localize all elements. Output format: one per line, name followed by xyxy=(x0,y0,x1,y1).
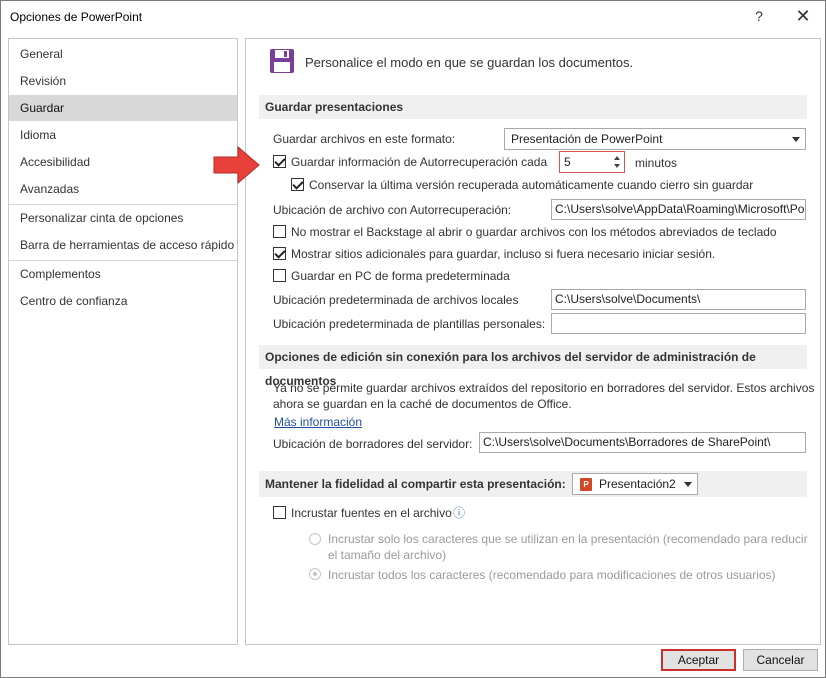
accept-button[interactable]: Aceptar xyxy=(661,649,736,671)
show-places-checkbox[interactable] xyxy=(273,247,286,260)
offline-info-line1: Ya no se permite guardar archivos extraí… xyxy=(273,381,815,395)
embed-subset-label-line2: el tamaño del archivo) xyxy=(328,548,447,562)
window-title: Opciones de PowerPoint xyxy=(10,10,143,24)
templates-location-field[interactable] xyxy=(551,313,806,334)
keep-last-version-label: Conservar la última versión recuperada a… xyxy=(309,178,754,192)
sidebar-item-general[interactable]: General xyxy=(9,41,237,67)
autorecover-minutes-stepper[interactable]: 5 xyxy=(559,151,625,173)
autorecover-location-label: Ubicación de archivo con Autorrecuperaci… xyxy=(273,203,512,217)
templates-location-label: Ubicación predeterminada de plantillas p… xyxy=(273,317,546,331)
no-backstage-label: No mostrar el Backstage al abrir o guard… xyxy=(291,225,777,239)
sidebar-item-barra-acceso-rapido[interactable]: Barra de herramientas de acceso rápido xyxy=(9,232,237,258)
close-button[interactable]: ✕ xyxy=(790,5,816,29)
format-label: Guardar archivos en este formato: xyxy=(273,132,456,146)
options-sidebar: General Revisión Guardar Idioma Accesibi… xyxy=(8,38,238,645)
autorecover-location-field[interactable]: C:\Users\solve\AppData\Roaming\Microsoft… xyxy=(551,199,806,220)
sidebar-item-guardar[interactable]: Guardar xyxy=(9,95,237,121)
chevron-down-icon xyxy=(684,482,692,487)
sidebar-item-centro-confianza[interactable]: Centro de confianza xyxy=(9,288,237,314)
presentation-select-value: Presentación2 xyxy=(599,477,676,491)
local-location-label: Ubicación predeterminada de archivos loc… xyxy=(273,293,519,307)
cancel-button[interactable]: Cancelar xyxy=(743,649,818,671)
save-to-pc-checkbox[interactable] xyxy=(273,269,286,282)
no-backstage-checkbox[interactable] xyxy=(273,225,286,238)
autorecover-label: Guardar información de Autorrecuperación… xyxy=(291,155,548,169)
red-arrow-icon xyxy=(213,146,260,184)
embed-fonts-checkbox[interactable] xyxy=(273,506,286,519)
sidebar-item-idioma[interactable]: Idioma xyxy=(9,122,237,148)
title-bar: Opciones de PowerPoint ? ✕ xyxy=(1,1,825,33)
section-header-offline: Opciones de edición sin conexión para lo… xyxy=(259,345,807,388)
info-icon[interactable]: ⓘ xyxy=(453,504,465,521)
keep-last-version-checkbox[interactable] xyxy=(291,178,304,191)
page-header-text: Personalice el modo en que se guardan lo… xyxy=(305,55,634,70)
save-to-pc-label: Guardar en PC de forma predeterminada xyxy=(291,269,510,283)
options-dialog: Opciones de PowerPoint ? ✕ General Revis… xyxy=(0,0,826,678)
embed-subset-radio xyxy=(309,533,321,545)
sidebar-item-complementos[interactable]: Complementos xyxy=(9,261,237,287)
chevron-down-icon xyxy=(792,137,800,142)
options-content: Personalice el modo en que se guardan lo… xyxy=(245,38,821,645)
spin-up-icon[interactable] xyxy=(614,156,620,160)
spin-down-icon[interactable] xyxy=(614,164,620,168)
fidelity-title: Mantener la fidelidad al compartir esta … xyxy=(265,477,566,491)
embed-subset-label-line1: Incrustar solo los caracteres que se uti… xyxy=(328,532,808,546)
embed-all-radio xyxy=(309,568,321,580)
help-button[interactable]: ? xyxy=(746,5,772,29)
sidebar-item-avanzadas[interactable]: Avanzadas xyxy=(9,176,237,202)
format-select-value: Presentación de PowerPoint xyxy=(511,132,663,146)
embed-all-label: Incrustar todos los caracteres (recomend… xyxy=(328,568,776,582)
embed-fonts-label: Incrustar fuentes en el archivo xyxy=(291,506,452,520)
drafts-location-label: Ubicación de borradores del servidor: xyxy=(273,437,473,451)
section-header-fidelity: Mantener la fidelidad al compartir esta … xyxy=(259,471,807,497)
show-places-label: Mostrar sitios adicionales para guardar,… xyxy=(291,247,716,261)
floppy-disk-icon xyxy=(270,49,294,73)
presentation-select[interactable]: P Presentación2 xyxy=(572,473,698,495)
sidebar-item-personalizar-cinta[interactable]: Personalizar cinta de opciones xyxy=(9,205,237,231)
autorecover-checkbox[interactable] xyxy=(273,155,286,168)
section-header-guardar: Guardar presentaciones xyxy=(259,95,807,119)
drafts-location-field[interactable]: C:\Users\solve\Documents\Borradores de S… xyxy=(479,432,806,453)
local-location-field[interactable]: C:\Users\solve\Documents\ xyxy=(551,289,806,310)
offline-info-line2: ahora se guardan en la caché de document… xyxy=(273,397,572,411)
autorecover-minutes-value: 5 xyxy=(564,155,571,169)
powerpoint-icon: P xyxy=(580,478,592,491)
format-select[interactable]: Presentación de PowerPoint xyxy=(504,128,806,150)
minutes-label: minutos xyxy=(635,156,678,170)
sidebar-item-revision[interactable]: Revisión xyxy=(9,68,237,94)
sidebar-item-accesibilidad[interactable]: Accesibilidad xyxy=(9,149,237,175)
more-info-link[interactable]: Más información xyxy=(274,415,362,429)
